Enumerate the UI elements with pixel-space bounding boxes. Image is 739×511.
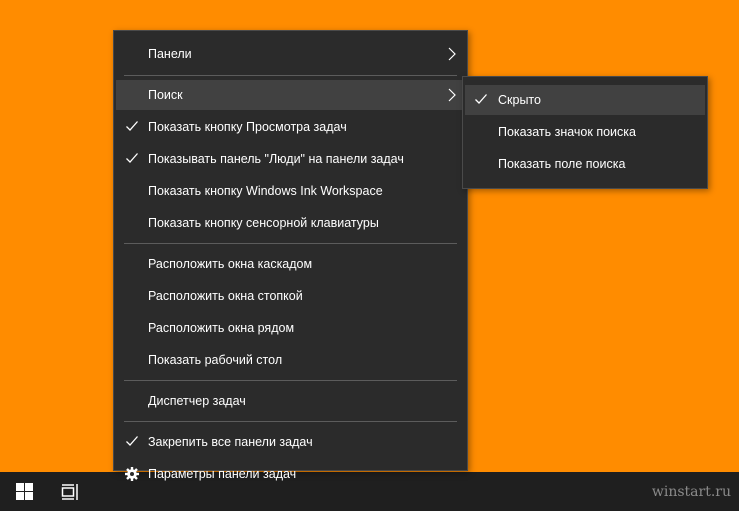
task-view-icon [61,483,78,500]
menu-item-cascade[interactable]: Расположить окна каскадом [116,249,465,279]
menu-item-label: Показать кнопку Просмотра задач [148,120,347,134]
menu-item-label: Расположить окна рядом [148,321,295,335]
start-button[interactable] [0,472,48,511]
gear-icon [125,467,139,481]
menu-item-panels[interactable]: Панели [116,39,465,69]
checkmark-icon [475,94,487,104]
taskbar-context-menu: Панели Поиск Показать кнопку Просмотра з… [113,30,468,481]
checkmark-icon [126,153,138,163]
chevron-right-icon [448,88,456,102]
submenu-item-show-search-icon[interactable]: Показать значок поиска [465,117,705,147]
menu-item-label: Закрепить все панели задач [148,435,313,449]
submenu-item-label: Показать значок поиска [498,125,636,139]
menu-separator [124,75,457,76]
menu-item-show-touch-keyboard[interactable]: Показать кнопку сенсорной клавиатуры [116,208,465,238]
menu-item-label: Диспетчер задач [148,394,246,408]
menu-item-stack[interactable]: Расположить окна стопкой [116,281,465,311]
menu-item-taskbar-settings[interactable]: Параметры панели задач [116,459,465,489]
task-view-button[interactable] [46,472,94,511]
submenu-item-label: Скрыто [498,93,541,107]
menu-item-lock-taskbars[interactable]: Закрепить все панели задач [116,427,465,457]
menu-item-label: Расположить окна стопкой [148,289,303,303]
menu-item-search[interactable]: Поиск [116,80,465,110]
menu-item-label: Поиск [148,88,183,102]
watermark: winstart.ru [651,484,731,500]
menu-item-show-desktop[interactable]: Показать рабочий стол [116,345,465,375]
menu-item-label: Расположить окна каскадом [148,257,313,271]
menu-item-label: Показывать панель "Люди" на панели задач [148,152,404,166]
menu-item-show-task-view[interactable]: Показать кнопку Просмотра задач [116,112,465,142]
checkmark-icon [126,121,138,131]
submenu-item-label: Показать поле поиска [498,157,626,171]
menu-item-side-by-side[interactable]: Расположить окна рядом [116,313,465,343]
menu-separator [124,380,457,381]
menu-item-label: Показать кнопку сенсорной клавиатуры [148,216,379,230]
submenu-item-show-search-box[interactable]: Показать поле поиска [465,149,705,179]
checkmark-icon [126,436,138,446]
menu-item-label: Показать рабочий стол [148,353,283,367]
menu-item-label: Параметры панели задач [148,467,297,481]
menu-item-task-manager[interactable]: Диспетчер задач [116,386,465,416]
search-submenu: Скрыто Показать значок поиска Показать п… [462,76,708,189]
windows-logo-icon [15,483,33,500]
menu-item-label: Показать кнопку Windows Ink Workspace [148,184,383,198]
menu-item-show-people[interactable]: Показывать панель "Люди" на панели задач [116,144,465,174]
chevron-right-icon [448,47,456,61]
menu-item-label: Панели [148,47,192,61]
menu-separator [124,243,457,244]
menu-item-show-ink-workspace[interactable]: Показать кнопку Windows Ink Workspace [116,176,465,206]
menu-separator [124,421,457,422]
submenu-item-hidden[interactable]: Скрыто [465,85,705,115]
